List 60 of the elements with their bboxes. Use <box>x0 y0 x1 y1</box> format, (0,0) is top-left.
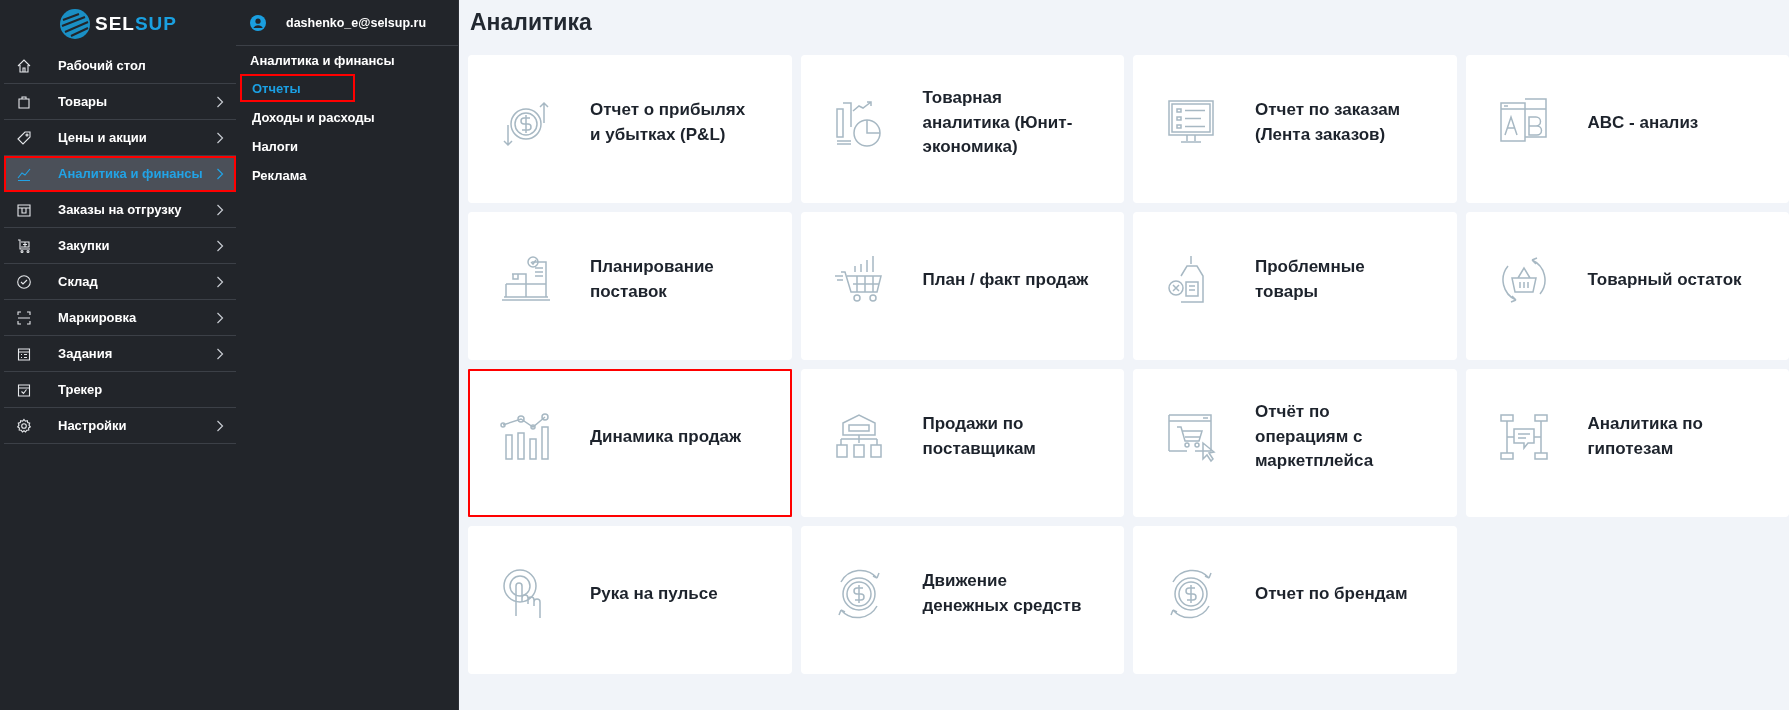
gear-icon <box>16 417 32 434</box>
submenu-item[interactable]: Налоги <box>240 132 311 160</box>
card-title: ABC - анализ <box>1587 111 1699 134</box>
card-title: Товарный остаток <box>1587 268 1742 291</box>
report-card[interactable]: Проблемные товары <box>1133 212 1457 360</box>
card-title: Проблемные товары <box>1255 256 1366 303</box>
user-email: dashenko_e@selsup.ru <box>286 15 426 30</box>
bar-line-chart-icon <box>500 411 552 463</box>
bag-icon <box>16 93 32 110</box>
nav-item[interactable]: Маркировка <box>4 300 236 336</box>
nav-item[interactable]: Задания <box>4 336 236 372</box>
report-card[interactable]: Отчет о прибылях и убытках (P&L) <box>468 55 792 203</box>
report-card[interactable]: Отчёт по операциям с маркетплейса <box>1133 369 1457 517</box>
logo-text: SELSUP <box>95 13 177 35</box>
report-card[interactable]: Продажи по поставщикам <box>800 369 1124 517</box>
report-card[interactable]: Аналитика по гипотезам <box>1465 369 1789 517</box>
report-card[interactable]: Товарная аналитика (Юнит-экономика) <box>800 55 1124 203</box>
submenu-title: Аналитика и финансы <box>249 52 396 70</box>
user-icon <box>250 14 266 31</box>
card-title: Продажи по поставщикам <box>922 413 1037 460</box>
calendar-check-icon <box>16 381 32 398</box>
nav-item[interactable]: Настройки <box>4 408 236 444</box>
card-title: План / факт продаж <box>922 268 1089 291</box>
check-circle-icon <box>16 273 32 290</box>
card-title: Динамика продаж <box>590 425 742 448</box>
report-card[interactable]: Отчет по заказам (Лента заказов) <box>1133 55 1457 203</box>
box-icon <box>16 201 32 218</box>
submenu-item[interactable]: Отчеты <box>240 74 355 102</box>
card-title: Товарная аналитика (Юнит-экономика) <box>922 87 1074 159</box>
card-title: Отчёт по операциям с маркетплейса <box>1255 401 1375 473</box>
card-title: Отчет по брендам <box>1255 582 1408 605</box>
card-title: Аналитика по гипотезам <box>1587 413 1704 460</box>
logo-icon <box>59 8 91 40</box>
scan-icon <box>16 309 32 326</box>
report-card[interactable]: План / факт продаж <box>800 212 1124 360</box>
page-title: Аналитика <box>469 8 593 37</box>
nav-item[interactable]: Трекер <box>4 372 236 408</box>
cart-icon <box>16 237 32 254</box>
report-card[interactable]: ABC - анализ <box>1465 55 1789 203</box>
nav-item[interactable]: Закупки <box>4 228 236 264</box>
home-icon <box>16 57 32 74</box>
calendar-icon <box>16 345 32 362</box>
submenu-item[interactable]: Доходы и расходы <box>240 103 387 131</box>
tag-icon <box>16 129 32 146</box>
nav-item[interactable]: Товары <box>4 84 236 120</box>
card-title: Планирование поставок <box>590 256 715 303</box>
nav-item[interactable]: Заказы на отгрузку <box>4 192 236 228</box>
report-card[interactable]: Рука на пульсе <box>468 526 792 674</box>
report-card[interactable]: Отчет по брендам <box>1133 526 1457 674</box>
report-card[interactable]: Товарный остаток <box>1465 212 1789 360</box>
card-title: Отчет по заказам (Лента заказов) <box>1255 99 1402 146</box>
report-card[interactable]: Движение денежных средств <box>800 526 1124 674</box>
submenu-item[interactable]: Реклама <box>240 161 319 189</box>
report-card[interactable]: Планирование поставок <box>468 212 792 360</box>
card-title: Отчет о прибылях и убытках (P&L) <box>590 99 747 146</box>
card-title: Рука на пульсе <box>590 582 718 605</box>
flow-chat-icon <box>1497 411 1550 463</box>
browser-cart-icon <box>1165 411 1217 463</box>
card-title: Движение денежных средств <box>922 570 1083 617</box>
report-card[interactable]: Динамика продаж <box>468 369 792 517</box>
